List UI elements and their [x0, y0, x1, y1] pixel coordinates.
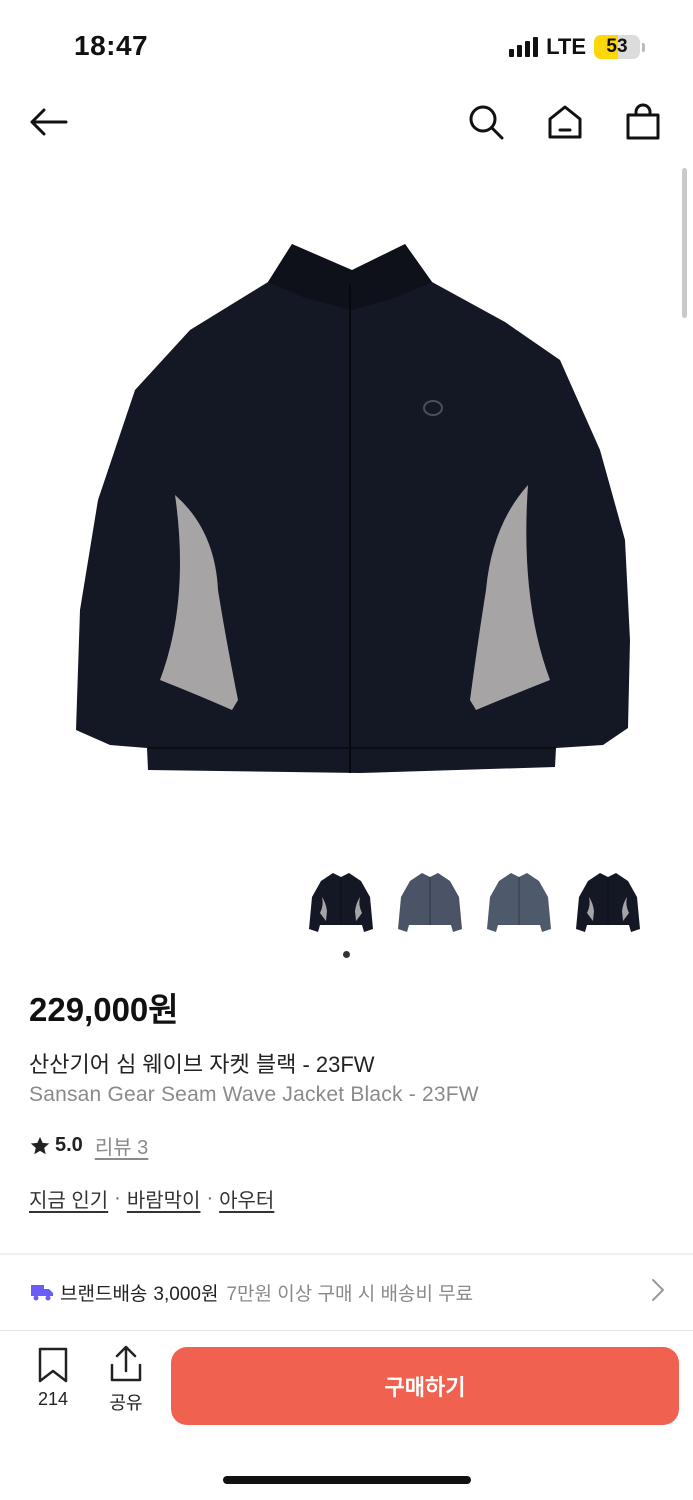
shipping-type: 브랜드배송	[60, 1283, 148, 1305]
shipping-fee: 3,000원	[153, 1283, 219, 1305]
bookmark-icon	[38, 1347, 68, 1383]
tag-outerwear[interactable]: 아우터	[219, 1184, 274, 1213]
rating-value: 5.0	[55, 1134, 83, 1156]
star-icon	[30, 1136, 50, 1154]
cellular-signal-icon	[509, 37, 539, 57]
buy-button[interactable]: 구매하기	[171, 1347, 679, 1425]
review-link[interactable]: 리뷰 3	[95, 1131, 148, 1160]
thumbnail-navy-blue-front[interactable]	[394, 866, 466, 942]
home-icon[interactable]	[543, 100, 587, 144]
status-indicators: LTE 53	[509, 34, 645, 60]
share-label: 공유	[109, 1393, 143, 1413]
back-arrow-icon[interactable]	[26, 100, 70, 144]
tag-windbreaker[interactable]: 바람막이	[127, 1184, 201, 1213]
gallery-page-indicator	[343, 951, 350, 958]
thumbnail-jacket-icon	[576, 873, 640, 932]
bottom-action-bar: 214 공유 구매하기	[0, 1331, 693, 1500]
home-indicator[interactable]	[223, 1476, 471, 1484]
product-name-english: Sansan Gear Seam Wave Jacket Black - 23F…	[29, 1083, 479, 1106]
battery-tip	[642, 42, 645, 52]
thumbnail-navy-blue-side[interactable]	[483, 866, 555, 942]
shipping-free-threshold: 7만원 이상 구매 시 배송비 무료	[226, 1283, 474, 1305]
share-button[interactable]: 공유	[103, 1345, 149, 1415]
chevron-right-icon	[652, 1279, 664, 1301]
share-icon	[110, 1345, 142, 1382]
section-divider	[0, 1253, 693, 1255]
status-time: 18:47	[74, 30, 149, 61]
thumbnail-jacket-icon	[487, 873, 551, 932]
battery-percent: 53	[606, 36, 628, 57]
thumbnail-jacket-icon	[309, 873, 373, 932]
battery-icon: 53	[594, 35, 640, 59]
tag-separator: ·	[114, 1187, 121, 1209]
top-nav	[0, 90, 693, 156]
category-tags: 지금 인기 · 바람막이 · 아우터	[29, 1184, 274, 1213]
bookmark-count: 214	[37, 1389, 69, 1409]
product-price: 229,000원	[29, 991, 179, 1028]
thumbnail-strip	[305, 866, 644, 942]
thumbnail-jacket-icon	[398, 873, 462, 932]
tag-separator: ·	[206, 1187, 214, 1209]
rating-row: 5.0 리뷰 3	[29, 1131, 148, 1160]
shopping-bag-icon[interactable]	[621, 100, 665, 144]
search-icon[interactable]	[464, 100, 508, 144]
bookmark-button[interactable]: 214	[30, 1347, 76, 1410]
delivery-truck-icon	[31, 1285, 53, 1301]
status-bar: 18:47 LTE 53	[0, 0, 693, 90]
product-name-korean: 산산기어 심 웨이브 자켓 블랙 - 23FW	[29, 1052, 375, 1077]
tag-trending[interactable]: 지금 인기	[29, 1184, 108, 1213]
network-type: LTE	[546, 34, 586, 59]
thumbnail-black-gray-front[interactable]	[305, 866, 377, 942]
product-image[interactable]	[0, 170, 693, 860]
shipping-info-row[interactable]: 브랜드배송 3,000원 7만원 이상 구매 시 배송비 무료	[0, 1256, 693, 1328]
thumbnail-black-gray-back[interactable]	[572, 866, 644, 942]
